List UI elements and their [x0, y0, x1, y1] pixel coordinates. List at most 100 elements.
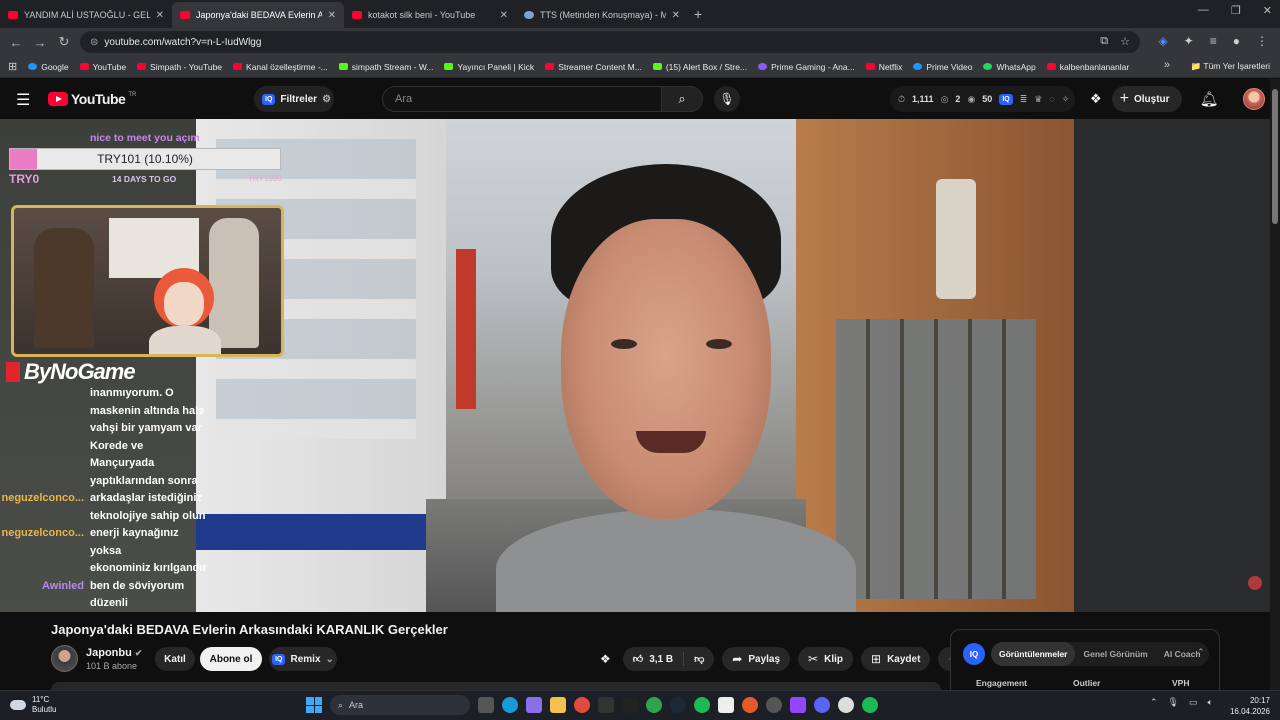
reload-icon[interactable]: ↻ [52, 34, 76, 50]
close-tab-icon[interactable]: ✕ [500, 10, 508, 21]
bookmark-star-icon[interactable]: ☆ [1120, 35, 1130, 48]
windows-start-icon[interactable] [306, 697, 322, 713]
search-button[interactable]: ⌕ [661, 86, 703, 112]
page-scrollbar[interactable] [1270, 79, 1280, 720]
sparkle-icon[interactable]: ✧ [1062, 94, 1070, 105]
browser-tab[interactable]: kotakot silk beni - YouTube ✕ [344, 2, 516, 28]
channel-name[interactable]: Japonbu [86, 647, 132, 659]
install-app-icon[interactable]: ⧉ [1100, 35, 1108, 48]
back-icon[interactable]: ← [4, 35, 28, 50]
iq-tab[interactable]: Görüntülenmeler [991, 642, 1076, 666]
create-button[interactable]: + Oluştur [1111, 86, 1182, 112]
restore-icon[interactable]: ❐ [1231, 4, 1241, 17]
chat-icon[interactable]: ◌ [1049, 94, 1054, 104]
browser-tab[interactable]: Japonya'daki BEDAVA Evlerin A ✕ [172, 2, 344, 28]
file-explorer-icon[interactable] [550, 697, 566, 713]
filter-button[interactable]: IQ Filtreler ⚙ [254, 86, 334, 112]
bookmark-item[interactable]: (15) Alert Box / Stre... [652, 62, 747, 72]
bookmark-item[interactable]: WhatsApp [983, 62, 1036, 72]
microphone-icon[interactable]: 🎙︎ [1168, 697, 1179, 708]
apps-grid-icon[interactable]: ⊞ [8, 60, 17, 73]
bookmark-item[interactable]: Netflix [865, 62, 902, 72]
channel-name-row[interactable]: Japonbu ✔ [86, 647, 142, 659]
close-tab-icon[interactable]: ✕ [328, 10, 336, 21]
bookmark-item[interactable]: Google [28, 62, 69, 72]
system-clock[interactable]: 20:17 16.04.2026 [1228, 695, 1270, 717]
more-menu-icon[interactable]: ⋮ [1256, 34, 1268, 48]
epic-games-icon[interactable] [598, 697, 614, 713]
url-bar[interactable]: ⊜ youtube.com/watch?v=n-L-IudWlgg ⧉ ☆ [80, 31, 1140, 53]
chrome-icon[interactable] [574, 697, 590, 713]
bookmark-item[interactable]: Yayıncı Paneli | Kick [444, 62, 534, 72]
forward-icon[interactable]: → [28, 35, 52, 50]
chevron-up-icon[interactable]: ⌃ [1150, 697, 1158, 708]
minimize-icon[interactable]: — [1198, 4, 1209, 17]
join-button[interactable]: Katıl [155, 647, 195, 671]
url-text[interactable]: youtube.com/watch?v=n-L-IudWlgg [104, 37, 261, 48]
obs-icon[interactable] [766, 697, 782, 713]
voice-search-button[interactable]: 🎙 [714, 86, 740, 112]
share-button[interactable]: ➦ Paylaş [722, 647, 791, 671]
like-button[interactable]: 👍︎ 3,1 B [623, 647, 683, 671]
extension-gem-icon[interactable]: ❖ [596, 647, 615, 671]
iq-tab[interactable]: Genel Görünüm [1075, 642, 1155, 666]
youtube-logo[interactable]: YouTube TR [48, 91, 136, 107]
browser-tab[interactable]: YANDIM ALİ USTAOĞLU - GELS ✕ [0, 2, 172, 28]
video-player[interactable]: nice to meet you açım TRY101 (10.10%) TR… [0, 119, 1280, 612]
close-window-icon[interactable]: ✕ [1263, 4, 1272, 17]
video-frame[interactable] [196, 119, 1074, 612]
bookmark-item[interactable]: Simpath - YouTube [137, 62, 222, 72]
capcut-icon[interactable] [718, 697, 734, 713]
media-control-icon[interactable]: ≡ [1210, 34, 1217, 48]
volume-icon[interactable]: 🔈︎ [1208, 697, 1213, 708]
notifications-bell-icon[interactable]: 🔔︎ [1200, 90, 1219, 108]
account-avatar[interactable] [1242, 88, 1265, 110]
save-button[interactable]: ⊞ Kaydet [861, 647, 931, 671]
spotify-icon[interactable] [694, 697, 710, 713]
bookmark-item[interactable]: Kanal özelleştirme -... [233, 62, 328, 72]
extension-icon[interactable]: ◈ [1158, 34, 1167, 48]
more-bookmarks-icon[interactable]: » [1164, 59, 1170, 71]
extension-stats[interactable]: ⏱ 1,111 ◎ 2 ◉ 50 IQ ≣ ♛ ◌ ✧ [890, 86, 1075, 112]
bookmark-item[interactable]: simpath Stream - W... [338, 62, 433, 72]
scrollbar-thumb[interactable] [1272, 89, 1278, 224]
all-bookmarks[interactable]: 📁 Tüm Yer İşaretleri [1191, 61, 1270, 72]
weather-widget[interactable]: 11°C Bulutlu [10, 695, 56, 715]
clip-button[interactable]: ✂ Klip [798, 647, 853, 671]
twitch-icon[interactable] [790, 697, 806, 713]
site-info-icon[interactable]: ⊜ [90, 37, 98, 48]
xbox-icon[interactable] [646, 697, 662, 713]
bookmark-item[interactable]: Prime Video [913, 62, 972, 72]
amazon-games-icon[interactable] [622, 697, 638, 713]
close-tab-icon[interactable]: ✕ [156, 10, 164, 21]
chevron-up-icon[interactable]: ⌃ [1197, 647, 1205, 658]
subscribe-button[interactable]: Abone ol [200, 647, 262, 671]
channel-avatar[interactable] [51, 645, 78, 672]
task-view-icon[interactable] [478, 697, 494, 713]
trophy-icon[interactable]: ♛ [1034, 94, 1042, 105]
search-input[interactable]: Ara [382, 86, 662, 112]
puzzle-icon[interactable]: ✦ [1184, 34, 1194, 48]
bookmark-item[interactable]: Prime Gaming - Ana... [758, 62, 855, 72]
network-icon[interactable]: ▭ [1189, 697, 1198, 708]
spotify-icon[interactable] [862, 697, 878, 713]
bookmark-item[interactable]: Streamer Content M... [545, 62, 642, 72]
gift-icon[interactable]: ❖ [1090, 91, 1102, 107]
browser-tab[interactable]: TTS (Metinden Konuşmaya) - M ✕ [516, 2, 688, 28]
remix-button[interactable]: IQ Remix ⌄ [269, 647, 337, 671]
close-tab-icon[interactable]: ✕ [672, 10, 680, 21]
github-icon[interactable] [838, 697, 854, 713]
taskbar-search[interactable]: ⌕ Ara [330, 695, 470, 715]
floating-extension-icon[interactable] [1248, 576, 1262, 590]
discord-icon[interactable] [814, 697, 830, 713]
menu-icon[interactable]: ☰ [16, 90, 30, 110]
copilot-icon[interactable] [526, 697, 542, 713]
steam-icon[interactable] [670, 697, 686, 713]
bookmark-item[interactable]: YouTube [79, 62, 126, 72]
app-icon[interactable] [742, 697, 758, 713]
iq-icon[interactable]: IQ [999, 93, 1013, 105]
list-icon[interactable]: ≣ [1020, 94, 1028, 105]
edge-icon[interactable] [502, 697, 518, 713]
profile-icon[interactable]: ● [1233, 34, 1240, 48]
new-tab-button[interactable]: + [694, 6, 702, 22]
